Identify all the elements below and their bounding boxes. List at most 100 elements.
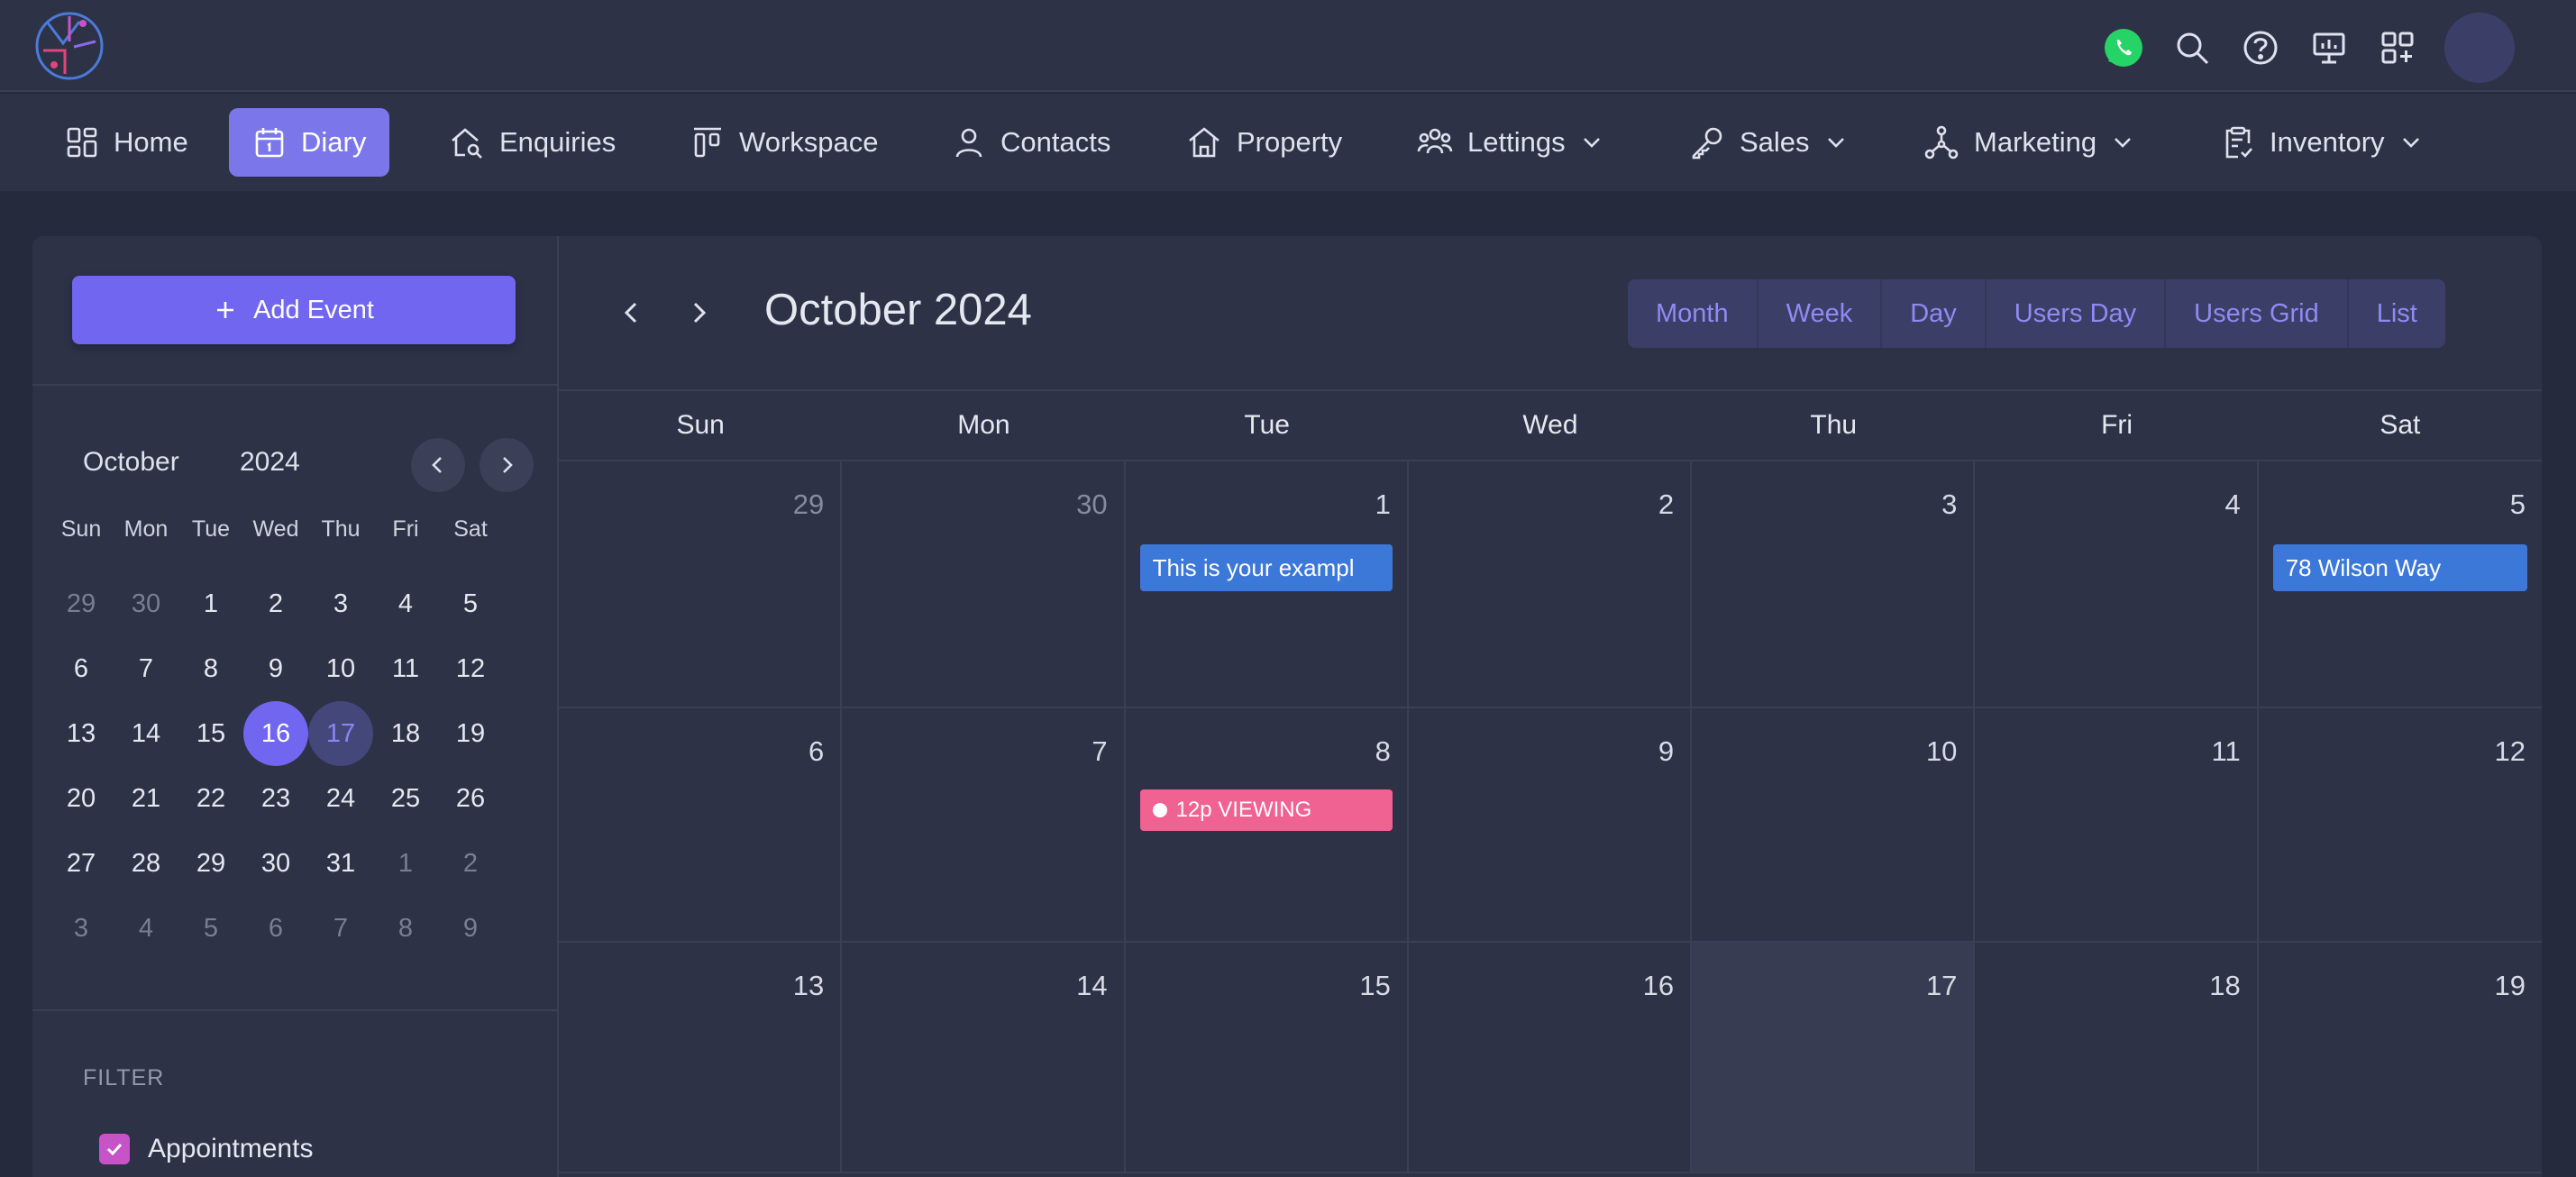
mini-calendar-day[interactable]: 15 — [178, 701, 243, 766]
calendar-day-cell[interactable]: 1 This is your exampl — [1126, 461, 1409, 707]
calendar-prev-button[interactable] — [609, 290, 654, 335]
mini-calendar-day[interactable]: 27 — [49, 831, 114, 896]
logo[interactable] — [29, 5, 110, 87]
view-day-button[interactable]: Day — [1882, 279, 1987, 348]
nav-item-lettings[interactable]: Lettings — [1393, 108, 1627, 177]
mini-calendar-prev-button[interactable] — [411, 438, 465, 492]
mini-calendar-day[interactable]: 16 — [243, 701, 308, 766]
calendar-event[interactable]: 78 Wilson Way — [2272, 544, 2527, 591]
nav-item-contacts[interactable]: Contacts — [928, 108, 1134, 177]
calendar-day-cell[interactable]: 17 — [1692, 943, 1976, 1172]
mini-calendar-day[interactable]: 14 — [114, 701, 178, 766]
mini-calendar-day[interactable]: 20 — [49, 766, 114, 831]
mini-calendar-day[interactable]: 5 — [178, 896, 243, 961]
mini-calendar-day[interactable]: 6 — [243, 896, 308, 961]
avatar[interactable] — [2444, 13, 2515, 83]
mini-calendar-day[interactable]: 2 — [438, 831, 503, 896]
calendar-day-cell[interactable]: 30 — [842, 461, 1126, 707]
mini-calendar-day[interactable]: 28 — [114, 831, 178, 896]
mini-calendar-day[interactable]: 3 — [308, 571, 373, 636]
mini-calendar-next-button[interactable] — [480, 438, 534, 492]
mini-calendar-day[interactable]: 9 — [243, 636, 308, 701]
calendar-day-number: 30 — [1076, 488, 1108, 520]
apps-add-icon[interactable] — [2363, 14, 2432, 82]
mini-calendar-day[interactable]: 5 — [438, 571, 503, 636]
calendar-day-cell[interactable]: 9 — [1409, 708, 1693, 941]
mini-calendar-day[interactable]: 10 — [308, 636, 373, 701]
mini-calendar-day-number: 11 — [391, 653, 420, 683]
nav-item-marketing[interactable]: Marketing — [1900, 108, 2158, 177]
mini-calendar-day[interactable]: 1 — [373, 831, 438, 896]
nav-item-workspace[interactable]: Workspace — [667, 108, 902, 177]
calendar-next-button[interactable] — [676, 290, 721, 335]
mini-calendar-day[interactable]: 21 — [114, 766, 178, 831]
mini-calendar-day[interactable]: 25 — [373, 766, 438, 831]
mini-calendar-day[interactable]: 8 — [373, 896, 438, 961]
presentation-icon[interactable] — [2295, 14, 2363, 82]
calendar-day-cell[interactable]: 18 — [1975, 943, 2259, 1172]
calendar-day-cell[interactable]: 5 78 Wilson Way — [2259, 461, 2542, 707]
calendar-day-cell[interactable]: 12 — [2259, 708, 2542, 941]
view-users-grid-button[interactable]: Users Grid — [2166, 279, 2349, 348]
calendar-day-number: 4 — [2224, 488, 2241, 520]
calendar-day-cell[interactable]: 15 — [1126, 943, 1409, 1172]
view-month-button[interactable]: Month — [1628, 279, 1758, 348]
mini-calendar-day[interactable]: 13 — [49, 701, 114, 766]
mini-calendar-day[interactable]: 4 — [114, 896, 178, 961]
mini-calendar-day[interactable]: 7 — [114, 636, 178, 701]
mini-calendar-day[interactable]: 19 — [438, 701, 503, 766]
calendar-day-cell[interactable]: 29 — [559, 461, 843, 707]
calendar-event[interactable]: 12p VIEWING — [1139, 789, 1393, 831]
calendar-day-cell[interactable]: 14 — [842, 943, 1126, 1172]
mini-calendar-day[interactable]: 23 — [243, 766, 308, 831]
appointments-checkbox[interactable] — [99, 1134, 130, 1164]
calendar-day-cell[interactable]: 19 — [2259, 943, 2542, 1172]
calendar-day-cell[interactable]: 2 — [1409, 461, 1693, 707]
mini-calendar-day[interactable]: 24 — [308, 766, 373, 831]
mini-calendar-day[interactable]: 9 — [438, 896, 503, 961]
calendar-event[interactable]: This is your exampl — [1139, 544, 1393, 591]
mini-calendar-day-number: 29 — [66, 588, 96, 618]
calendar-day-cell[interactable]: 11 — [1975, 708, 2259, 941]
calendar-day-cell[interactable]: 7 — [842, 708, 1126, 941]
mini-calendar-day[interactable]: 17 — [308, 701, 373, 766]
mini-calendar-day[interactable]: 30 — [243, 831, 308, 896]
mini-calendar-day[interactable]: 11 — [373, 636, 438, 701]
calendar-day-cell[interactable]: 8 12p VIEWING — [1126, 708, 1409, 941]
whatsapp-icon[interactable] — [2089, 14, 2158, 82]
mini-calendar-day[interactable]: 22 — [178, 766, 243, 831]
calendar-day-cell[interactable]: 6 — [559, 708, 843, 941]
search-icon[interactable] — [2158, 14, 2226, 82]
mini-calendar-day[interactable]: 18 — [373, 701, 438, 766]
mini-calendar-day[interactable]: 29 — [178, 831, 243, 896]
mini-calendar-day[interactable]: 8 — [178, 636, 243, 701]
mini-calendar-day[interactable]: 6 — [49, 636, 114, 701]
mini-calendar-day[interactable]: 1 — [178, 571, 243, 636]
nav-item-diary[interactable]: Diary — [229, 108, 390, 177]
calendar-day-cell[interactable]: 13 — [559, 943, 843, 1172]
mini-calendar-day[interactable]: 2 — [243, 571, 308, 636]
nav-item-sales[interactable]: Sales — [1666, 108, 1871, 177]
mini-calendar-day[interactable]: 12 — [438, 636, 503, 701]
nav-item-home[interactable]: Home — [41, 108, 212, 177]
filter-appointments[interactable]: Appointments — [99, 1134, 313, 1164]
nav-item-property[interactable]: Property — [1163, 108, 1366, 177]
view-users-day-button[interactable]: Users Day — [1987, 279, 2167, 348]
nav-item-inventory[interactable]: Inventory — [2197, 108, 2446, 177]
calendar-day-cell[interactable]: 16 — [1409, 943, 1693, 1172]
nav-item-enquiries[interactable]: Enquiries — [425, 108, 639, 177]
mini-calendar-day[interactable]: 30 — [114, 571, 178, 636]
calendar-day-cell[interactable]: 10 — [1692, 708, 1976, 941]
mini-calendar-day[interactable]: 29 — [49, 571, 114, 636]
view-list-button[interactable]: List — [2349, 279, 2445, 348]
mini-calendar-day[interactable]: 31 — [308, 831, 373, 896]
mini-calendar-day[interactable]: 4 — [373, 571, 438, 636]
mini-calendar-day[interactable]: 26 — [438, 766, 503, 831]
help-icon[interactable] — [2226, 14, 2295, 82]
calendar-day-cell[interactable]: 3 — [1692, 461, 1976, 707]
add-event-button[interactable]: Add Event — [72, 276, 516, 344]
view-week-button[interactable]: Week — [1758, 279, 1883, 348]
mini-calendar-day[interactable]: 7 — [308, 896, 373, 961]
mini-calendar-day[interactable]: 3 — [49, 896, 114, 961]
calendar-day-cell[interactable]: 4 — [1975, 461, 2259, 707]
